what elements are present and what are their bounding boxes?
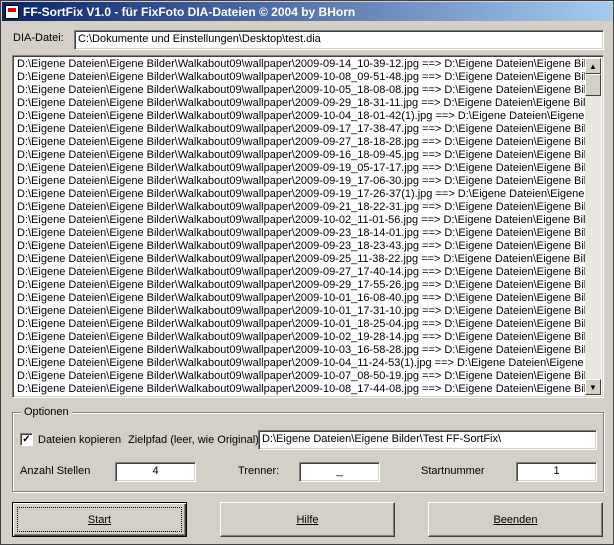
scroll-up-arrow-icon: ▲ — [589, 61, 597, 71]
help-button-label: Hilfe — [296, 513, 319, 526]
digits-label: Anzahl Stellen — [20, 465, 91, 477]
target-path-label: Zielpfad (leer, wie Original): — [128, 434, 262, 446]
quit-button[interactable]: Beenden — [428, 502, 603, 537]
scroll-down-button[interactable]: ▼ — [585, 379, 601, 395]
list-item[interactable]: D:\Eigene Dateien\Eigene Bilder\Walkabou… — [17, 71, 586, 84]
digits-input[interactable]: 4 — [115, 462, 196, 482]
quit-button-label: Beenden — [493, 513, 538, 526]
list-item[interactable]: D:\Eigene Dateien\Eigene Bilder\Walkabou… — [17, 344, 586, 357]
list-item[interactable]: D:\Eigene Dateien\Eigene Bilder\Walkabou… — [17, 136, 586, 149]
dia-file-label: DIA-Datei: — [13, 32, 64, 44]
start-button[interactable]: Start — [12, 502, 187, 537]
list-item[interactable]: D:\Eigene Dateien\Eigene Bilder\Walkabou… — [17, 162, 586, 175]
app-window: FF-SortFix V1.0 - für FixFoto DIA-Dateie… — [0, 0, 614, 545]
target-path-value: D:\Eigene Dateien\Eigene Bilder\Test FF-… — [262, 433, 502, 445]
list-item[interactable]: D:\Eigene Dateien\Eigene Bilder\Walkabou… — [17, 227, 586, 240]
dia-file-input[interactable]: C:\Dokumente und Einstellungen\Desktop\t… — [74, 30, 604, 50]
list-item[interactable]: D:\Eigene Dateien\Eigene Bilder\Walkabou… — [17, 266, 586, 279]
window-title: FF-SortFix V1.0 - für FixFoto DIA-Dateie… — [23, 4, 356, 19]
list-item[interactable]: D:\Eigene Dateien\Eigene Bilder\Walkabou… — [17, 305, 586, 318]
separator-value: _ — [336, 465, 343, 477]
separator-label: Trenner: — [238, 465, 280, 477]
list-item[interactable]: D:\Eigene Dateien\Eigene Bilder\Walkabou… — [17, 84, 586, 97]
start-number-input[interactable]: 1 — [516, 462, 597, 482]
scroll-thumb[interactable] — [585, 74, 601, 96]
app-icon — [5, 4, 19, 19]
start-number-label: Startnummer — [421, 465, 485, 477]
list-item[interactable]: D:\Eigene Dateien\Eigene Bilder\Walkabou… — [17, 110, 586, 123]
list-item[interactable]: D:\Eigene Dateien\Eigene Bilder\Walkabou… — [17, 318, 586, 331]
list-item[interactable]: D:\Eigene Dateien\Eigene Bilder\Walkabou… — [17, 214, 586, 227]
checkmark-icon: ✓ — [22, 433, 31, 445]
scroll-down-arrow-icon: ▼ — [589, 382, 597, 392]
options-group-title: Optionen — [21, 406, 72, 418]
list-item[interactable]: D:\Eigene Dateien\Eigene Bilder\Walkabou… — [17, 279, 586, 292]
list-item[interactable]: D:\Eigene Dateien\Eigene Bilder\Walkabou… — [17, 188, 586, 201]
copy-files-checkbox[interactable]: ✓ — [20, 433, 33, 446]
list-item[interactable]: D:\Eigene Dateien\Eigene Bilder\Walkabou… — [17, 292, 586, 305]
target-path-input[interactable]: D:\Eigene Dateien\Eigene Bilder\Test FF-… — [258, 430, 597, 450]
help-button[interactable]: Hilfe — [220, 502, 395, 537]
digits-value: 4 — [152, 465, 159, 477]
scroll-up-button[interactable]: ▲ — [585, 58, 601, 74]
list-item[interactable]: D:\Eigene Dateien\Eigene Bilder\Walkabou… — [17, 149, 586, 162]
list-item[interactable]: D:\Eigene Dateien\Eigene Bilder\Walkabou… — [17, 331, 586, 344]
list-item[interactable]: D:\Eigene Dateien\Eigene Bilder\Walkabou… — [17, 123, 586, 136]
separator-input[interactable]: _ — [299, 462, 380, 482]
copy-files-label[interactable]: Dateien kopieren — [38, 434, 121, 446]
focus-indicator — [17, 507, 182, 532]
title-bar[interactable]: FF-SortFix V1.0 - für FixFoto DIA-Dateie… — [2, 2, 612, 21]
file-list-rows: D:\Eigene Dateien\Eigene Bilder\Walkabou… — [17, 58, 586, 395]
list-item[interactable]: D:\Eigene Dateien\Eigene Bilder\Walkabou… — [17, 370, 586, 383]
list-item[interactable]: D:\Eigene Dateien\Eigene Bilder\Walkabou… — [17, 240, 586, 253]
list-item[interactable]: D:\Eigene Dateien\Eigene Bilder\Walkabou… — [17, 253, 586, 266]
list-scrollbar[interactable]: ▲ ▼ — [585, 58, 601, 395]
dia-file-value: C:\Dokumente und Einstellungen\Desktop\t… — [78, 33, 321, 45]
list-item[interactable]: D:\Eigene Dateien\Eigene Bilder\Walkabou… — [17, 97, 586, 110]
list-item[interactable]: D:\Eigene Dateien\Eigene Bilder\Walkabou… — [17, 58, 586, 71]
list-item[interactable]: D:\Eigene Dateien\Eigene Bilder\Walkabou… — [17, 357, 586, 370]
start-number-value: 1 — [553, 465, 560, 477]
list-item[interactable]: D:\Eigene Dateien\Eigene Bilder\Walkabou… — [17, 383, 586, 395]
file-list[interactable]: D:\Eigene Dateien\Eigene Bilder\Walkabou… — [12, 55, 604, 398]
list-item[interactable]: D:\Eigene Dateien\Eigene Bilder\Walkabou… — [17, 201, 586, 214]
list-item[interactable]: D:\Eigene Dateien\Eigene Bilder\Walkabou… — [17, 175, 586, 188]
